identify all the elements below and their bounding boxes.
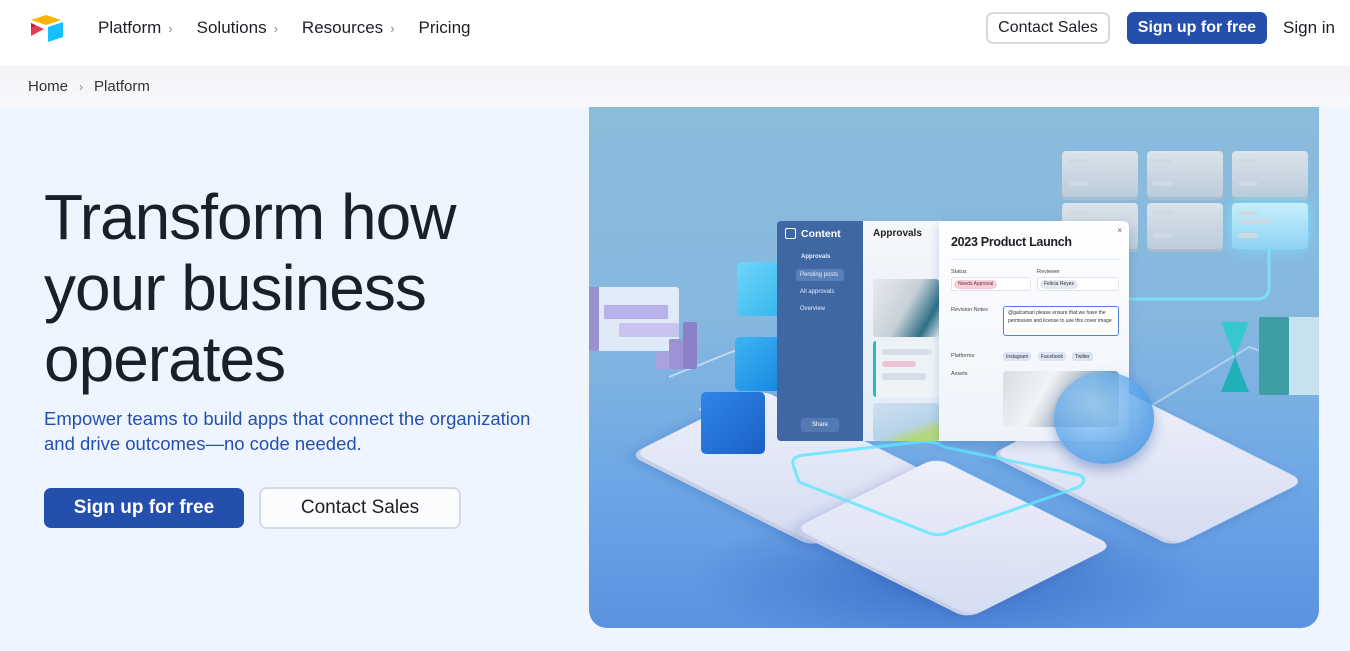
breadcrumb-current: Platform	[94, 78, 150, 95]
nav-platform-label: Platform	[98, 18, 162, 37]
hero-signup-button[interactable]: Sign up for free	[44, 488, 244, 528]
thumbs-up-icon	[785, 228, 796, 239]
nav-solutions[interactable]: Solutions ›	[197, 18, 278, 38]
hero-subtitle: Empower teams to build apps that connect…	[44, 408, 531, 454]
hero-title: Transform how your business operates	[44, 182, 564, 395]
platform-chip: Instagram	[1003, 352, 1032, 361]
record-title: 2023 Product Launch	[951, 235, 1072, 249]
breadcrumb-separator-icon: ›	[79, 79, 84, 94]
glass-pie-chart	[1054, 372, 1154, 464]
record-card	[1062, 151, 1138, 197]
sidebar-item: Pending posts	[800, 272, 839, 278]
hero-title-line: your business	[44, 252, 427, 324]
post-thumbnail	[873, 403, 939, 441]
hero-contact-sales-button[interactable]: Contact Sales	[259, 487, 461, 529]
platform-chip: Facebook	[1038, 352, 1066, 361]
sidebar-item: All approvals	[800, 289, 835, 295]
hero-title-line: operates	[44, 323, 286, 395]
top-navigation: Platform › Solutions › Resources › Prici…	[0, 0, 1350, 66]
nav-solutions-label: Solutions	[196, 18, 267, 37]
reviewer-badge: Felicia Reyes	[1040, 279, 1079, 289]
platforms-label: Platforms	[951, 353, 975, 359]
cube	[701, 392, 765, 454]
glow-outline	[791, 440, 1086, 537]
nav-pricing[interactable]: Pricing	[419, 18, 471, 38]
app-sidebar: Content Approvals Pending posts All appr…	[777, 221, 863, 441]
nav-pricing-label: Pricing	[418, 18, 471, 37]
hero-title-line: Transform how	[44, 181, 456, 253]
chevron-right-icon: ›	[390, 20, 395, 36]
chevron-right-icon: ›	[168, 20, 173, 36]
close-icon: ×	[1117, 226, 1122, 235]
record-card	[1232, 151, 1308, 197]
nav-actions: Contact Sales Sign up for free Sign in	[986, 12, 1335, 44]
hero-cta-group: Sign up for free Contact Sales	[44, 487, 461, 529]
breadcrumb: Home › Platform	[0, 66, 1350, 107]
mini-window	[589, 287, 679, 351]
notes-label: Revision Notes	[951, 307, 988, 313]
record-card-highlighted	[1232, 203, 1308, 249]
sidebar-title: Content	[801, 228, 841, 240]
nav-resources-label: Resources	[301, 18, 384, 37]
share-button: Share	[801, 418, 839, 432]
record-card	[1147, 151, 1223, 197]
record-card	[1147, 203, 1223, 249]
hero-illustration: Content Approvals Pending posts All appr…	[589, 107, 1319, 628]
signin-link[interactable]: Sign in	[1283, 18, 1335, 38]
share-label: Share	[811, 422, 828, 428]
airtable-logo-icon	[31, 15, 63, 42]
post-thumbnail	[873, 279, 939, 337]
nav-resources[interactable]: Resources ›	[302, 18, 395, 38]
signup-button[interactable]: Sign up for free	[1126, 12, 1268, 44]
cube	[735, 337, 781, 391]
nav-platform[interactable]: Platform ›	[98, 18, 173, 38]
platform-chip: Twitter	[1072, 352, 1093, 361]
chevron-right-icon: ›	[273, 20, 278, 36]
main-menu: Platform › Solutions › Resources › Prici…	[98, 0, 495, 56]
breadcrumb-home[interactable]: Home	[28, 78, 68, 95]
contact-sales-button[interactable]: Contact Sales	[986, 12, 1110, 44]
status-badge: Needs Approval	[954, 279, 998, 289]
list-title: Approvals	[873, 228, 922, 239]
status-label: Status	[951, 269, 967, 275]
revision-notes: @galcamari please ensure that we have th…	[1003, 306, 1119, 336]
assets-label: Assets	[951, 371, 968, 377]
hourglass-shape	[1221, 317, 1319, 395]
post-card	[873, 341, 939, 397]
sidebar-item: Overview	[800, 306, 826, 312]
sidebar-section: Approvals	[801, 254, 831, 260]
reviewer-label: Reviewer	[1037, 269, 1060, 275]
airtable-logo[interactable]	[29, 14, 65, 42]
app-list-panel: Approvals	[863, 221, 939, 441]
